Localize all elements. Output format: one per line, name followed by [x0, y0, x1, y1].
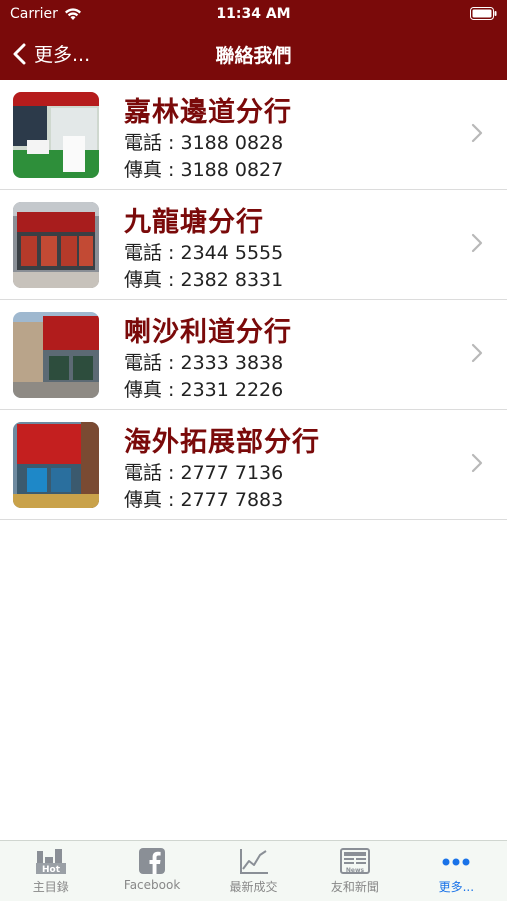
- facebook-icon: [139, 848, 166, 874]
- more-dots-icon: [442, 858, 470, 866]
- status-bar: Carrier 11:34 AM: [0, 0, 507, 28]
- tab-home[interactable]: Hot 主目錄: [0, 841, 101, 901]
- tab-bar: Hot 主目錄 Facebook 最新成交 News 友和新聞 更多...: [0, 840, 507, 901]
- page-title: 聯絡我們: [215, 45, 292, 67]
- tab-label: 更多...: [438, 880, 475, 894]
- branch-name: 嘉林邊道分行: [124, 97, 292, 128]
- tab-label: 主目錄: [32, 880, 69, 894]
- tab-label: 友和新聞: [330, 880, 379, 894]
- branch-photo: [13, 422, 99, 508]
- branch-photo: [13, 92, 99, 178]
- branch-photo: [13, 312, 99, 398]
- tab-facebook[interactable]: Facebook: [101, 841, 202, 901]
- navigation-bar: 更多... 聯絡我們: [0, 28, 507, 80]
- hot-building-icon: Hot: [35, 849, 66, 875]
- tab-label: Facebook: [123, 878, 181, 892]
- branch-phone[interactable]: 電話 : 2344 5555: [124, 238, 283, 265]
- branch-fax: 傳真 : 2331 2226: [124, 379, 284, 401]
- branch-fax: 傳真 : 3188 0827: [124, 159, 284, 181]
- branch-phone[interactable]: 電話 : 3188 0828: [124, 128, 283, 155]
- chevron-right-icon: [471, 123, 483, 143]
- svg-text:Hot: Hot: [42, 865, 61, 875]
- chart-icon: [239, 849, 268, 874]
- branch-name: 海外拓展部分行: [124, 427, 320, 458]
- battery-icon: [470, 7, 497, 24]
- tab-news[interactable]: News 友和新聞: [304, 841, 405, 901]
- branch-phone[interactable]: 電話 : 2333 3838: [124, 348, 283, 375]
- branch-name: 喇沙利道分行: [124, 317, 292, 348]
- branch-row[interactable]: 海外拓展部分行 電話 : 2777 7136 傳真 : 2777 7883: [0, 410, 507, 520]
- branch-list: 嘉林邊道分行 電話 : 3188 0828 傳真 : 3188 0827 九龍塘…: [0, 80, 507, 520]
- status-time: 11:34 AM: [216, 6, 291, 22]
- branch-row[interactable]: 九龍塘分行 電話 : 2344 5555 傳真 : 2382 8331: [0, 190, 507, 300]
- svg-text:News: News: [346, 867, 365, 874]
- branch-row[interactable]: 嘉林邊道分行 電話 : 3188 0828 傳真 : 3188 0827: [0, 80, 507, 190]
- branch-row[interactable]: 喇沙利道分行 電話 : 2333 3838 傳真 : 2331 2226: [0, 300, 507, 410]
- branch-phone[interactable]: 電話 : 2777 7136: [124, 458, 283, 485]
- chevron-right-icon: [471, 233, 483, 253]
- branch-fax: 傳真 : 2777 7883: [124, 489, 284, 511]
- chevron-right-icon: [471, 453, 483, 473]
- tab-more[interactable]: 更多...: [406, 841, 507, 901]
- chevron-right-icon: [471, 343, 483, 363]
- tab-label: 最新成交: [229, 880, 278, 894]
- branch-photo: [13, 202, 99, 288]
- branch-name: 九龍塘分行: [124, 207, 264, 238]
- news-icon: News: [339, 848, 370, 874]
- branch-fax: 傳真 : 2382 8331: [124, 269, 284, 291]
- tab-latest-deals[interactable]: 最新成交: [203, 841, 304, 901]
